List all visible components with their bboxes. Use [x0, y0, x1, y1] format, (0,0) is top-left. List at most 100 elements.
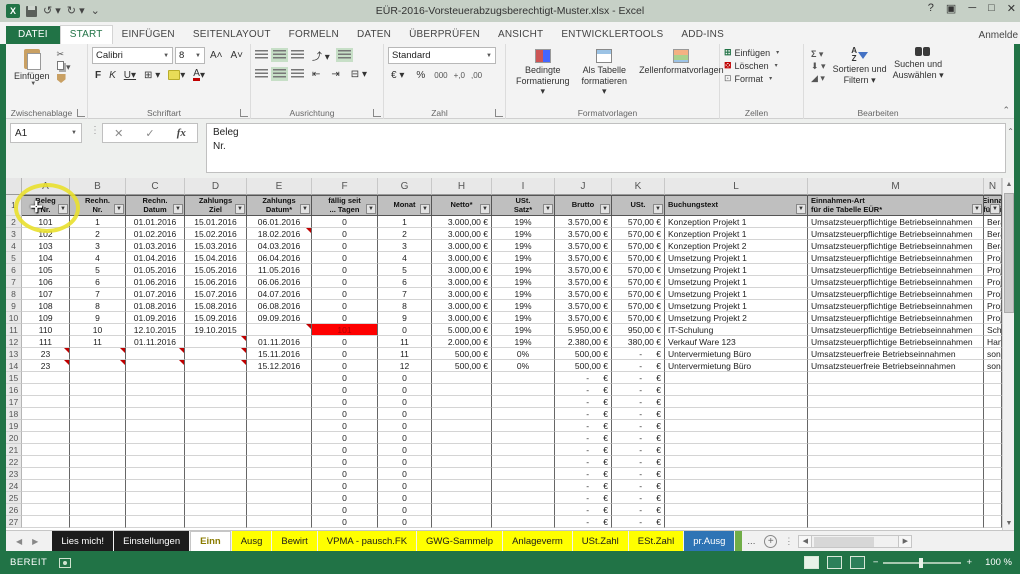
row-header-25[interactable]: 25	[6, 492, 22, 504]
row-header-1[interactable]: 1	[6, 195, 22, 216]
column-header-M[interactable]: M	[808, 178, 984, 195]
cell-B18[interactable]	[70, 408, 126, 420]
cell-E12[interactable]: 01.11.2016	[247, 336, 312, 348]
cell-I6[interactable]: 19%	[492, 264, 555, 276]
cell-A13[interactable]: 23	[22, 348, 70, 360]
cell-G16[interactable]: 0	[378, 384, 432, 396]
header-cell-J1[interactable]: Brutto ▼	[555, 195, 612, 216]
cell-D20[interactable]	[185, 432, 247, 444]
cell-H7[interactable]: 3.000,00 €	[432, 276, 492, 288]
hscroll-right-icon[interactable]: ▶	[898, 534, 913, 548]
cell-B25[interactable]	[70, 492, 126, 504]
ribbon-tab-start[interactable]: START	[59, 25, 113, 44]
cell-J11[interactable]: 5.950,00 €	[555, 324, 612, 336]
cell-N21[interactable]	[984, 444, 1002, 456]
cell-I12[interactable]: 19%	[492, 336, 555, 348]
cell-J7[interactable]: 3.570,00 €	[555, 276, 612, 288]
cell-G27[interactable]: 0	[378, 516, 432, 528]
row-header-22[interactable]: 22	[6, 456, 22, 468]
thousands-format-icon[interactable]: 000	[434, 71, 447, 80]
cell-F14[interactable]: 0	[312, 360, 378, 372]
cell-K8[interactable]: 570,00 €	[612, 288, 665, 300]
cell-D2[interactable]: 15.01.2016	[185, 216, 247, 228]
decrease-font-icon[interactable]: A˅	[227, 48, 246, 64]
cell-K25[interactable]: - €	[612, 492, 665, 504]
cell-K27[interactable]: - €	[612, 516, 665, 528]
cell-E23[interactable]	[247, 468, 312, 480]
cell-C14[interactable]	[126, 360, 185, 372]
cell-L15[interactable]	[665, 372, 808, 384]
cell-G14[interactable]: 12	[378, 360, 432, 372]
cell-A9[interactable]: 108	[22, 300, 70, 312]
sheet-tab-bewirt[interactable]: Bewirt	[272, 531, 317, 551]
header-cell-H1[interactable]: Netto* ▼	[432, 195, 492, 216]
cell-H13[interactable]: 500,00 €	[432, 348, 492, 360]
header-cell-E1[interactable]: Zahlungs Datum* ▼	[247, 195, 312, 216]
ribbon-tab-entwicklertools[interactable]: ENTWICKLERTOOLS	[552, 26, 672, 44]
cell-B26[interactable]	[70, 504, 126, 516]
borders-button[interactable]: ⊞ ▾	[141, 67, 163, 83]
cell-D13[interactable]	[185, 348, 247, 360]
cell-D26[interactable]	[185, 504, 247, 516]
cell-B10[interactable]: 9	[70, 312, 126, 324]
cell-M22[interactable]	[808, 456, 984, 468]
cell-H5[interactable]: 3.000,00 €	[432, 252, 492, 264]
row-header-10[interactable]: 10	[6, 312, 22, 324]
cell-K9[interactable]: 570,00 €	[612, 300, 665, 312]
cell-J25[interactable]: - €	[555, 492, 612, 504]
cell-M26[interactable]	[808, 504, 984, 516]
column-header-D[interactable]: D	[185, 178, 247, 195]
cell-L17[interactable]	[665, 396, 808, 408]
cell-J19[interactable]: - €	[555, 420, 612, 432]
header-cell-K1[interactable]: USt. ▼	[612, 195, 665, 216]
cell-A21[interactable]	[22, 444, 70, 456]
wrap-text-icon[interactable]	[335, 48, 353, 62]
align-top-icon[interactable]	[255, 50, 268, 60]
maximize-button[interactable]: □	[988, 2, 995, 15]
cell-C10[interactable]: 01.09.2016	[126, 312, 185, 324]
cell-C20[interactable]	[126, 432, 185, 444]
currency-format-icon[interactable]: € ▾	[388, 67, 407, 83]
cell-G3[interactable]: 2	[378, 228, 432, 240]
cell-H15[interactable]	[432, 372, 492, 384]
sign-in-label[interactable]: Anmelde	[979, 30, 1018, 41]
cell-B6[interactable]: 5	[70, 264, 126, 276]
vertical-scrollbar[interactable]: ▲ ▼	[1002, 178, 1014, 530]
sheet-tab-est-zahl[interactable]: ESt.Zahl	[628, 531, 684, 551]
cell-N10[interactable]: Proje	[984, 312, 1002, 324]
cell-K18[interactable]: - €	[612, 408, 665, 420]
cell-C3[interactable]: 01.02.2016	[126, 228, 185, 240]
align-right-icon[interactable]	[291, 69, 304, 79]
cell-M18[interactable]	[808, 408, 984, 420]
cell-C9[interactable]: 01.08.2016	[126, 300, 185, 312]
cell-A27[interactable]	[22, 516, 70, 528]
cell-L11[interactable]: IT-Schulung	[665, 324, 808, 336]
ribbon-tab-daten[interactable]: DATEN	[348, 26, 400, 44]
cell-F17[interactable]: 0	[312, 396, 378, 408]
cell-J5[interactable]: 3.570,00 €	[555, 252, 612, 264]
cell-L24[interactable]	[665, 480, 808, 492]
cell-G8[interactable]: 7	[378, 288, 432, 300]
cell-M27[interactable]	[808, 516, 984, 528]
row-header-4[interactable]: 4	[6, 240, 22, 252]
cell-M6[interactable]: Umsatzsteuerpflichtige Betriebseinnahmen	[808, 264, 984, 276]
cell-H9[interactable]: 3.000,00 €	[432, 300, 492, 312]
formula-input[interactable]: Beleg Nr.	[206, 123, 1006, 173]
cell-B14[interactable]	[70, 360, 126, 372]
cell-J18[interactable]: - €	[555, 408, 612, 420]
cell-M13[interactable]: Umsatzsteuerfreie Betriebseinnahmen	[808, 348, 984, 360]
ribbon-tab-add-ins[interactable]: ADD-INS	[672, 26, 733, 44]
ribbon-tab-ansicht[interactable]: ANSICHT	[489, 26, 552, 44]
filter-dropdown-icon[interactable]: ▼	[366, 204, 376, 214]
sheet-tab-pr-ausg[interactable]: pr.Ausg	[684, 531, 735, 551]
cell-B15[interactable]	[70, 372, 126, 384]
name-box-dropdown-icon[interactable]: ▼	[71, 130, 77, 136]
cell-E4[interactable]: 04.03.2016	[247, 240, 312, 252]
cell-G22[interactable]: 0	[378, 456, 432, 468]
cell-A26[interactable]	[22, 504, 70, 516]
cell-L20[interactable]	[665, 432, 808, 444]
cell-M19[interactable]	[808, 420, 984, 432]
cell-M2[interactable]: Umsatzsteuerpflichtige Betriebseinnahmen	[808, 216, 984, 228]
cell-B20[interactable]	[70, 432, 126, 444]
cell-L9[interactable]: Umsetzung Projekt 1	[665, 300, 808, 312]
